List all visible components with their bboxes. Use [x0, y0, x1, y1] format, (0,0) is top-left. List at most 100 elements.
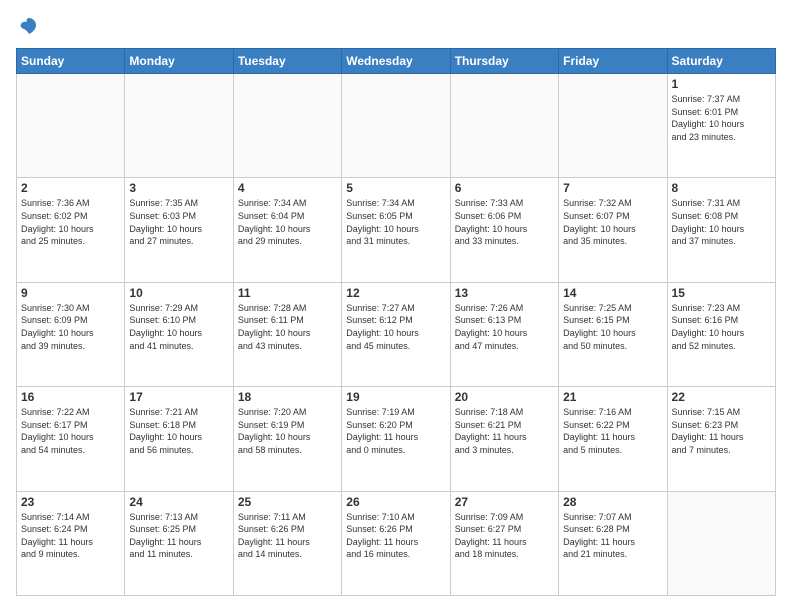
calendar-cell — [17, 74, 125, 178]
day-number: 10 — [129, 286, 228, 300]
day-info: Sunrise: 7:26 AM Sunset: 6:13 PM Dayligh… — [455, 302, 554, 352]
day-number: 21 — [563, 390, 662, 404]
day-info: Sunrise: 7:25 AM Sunset: 6:15 PM Dayligh… — [563, 302, 662, 352]
weekday-header-wednesday: Wednesday — [342, 49, 450, 74]
header — [16, 16, 776, 38]
day-info: Sunrise: 7:18 AM Sunset: 6:21 PM Dayligh… — [455, 406, 554, 456]
day-info: Sunrise: 7:37 AM Sunset: 6:01 PM Dayligh… — [672, 93, 771, 143]
weekday-header-tuesday: Tuesday — [233, 49, 341, 74]
calendar-cell: 22 Sunrise: 7:15 AM Sunset: 6:23 PM Dayli… — [667, 387, 775, 491]
day-info: Sunrise: 7:16 AM Sunset: 6:22 PM Dayligh… — [563, 406, 662, 456]
day-number: 11 — [238, 286, 337, 300]
day-number: 23 — [21, 495, 120, 509]
day-info: Sunrise: 7:33 AM Sunset: 6:06 PM Dayligh… — [455, 197, 554, 247]
day-info: Sunrise: 7:22 AM Sunset: 6:17 PM Dayligh… — [21, 406, 120, 456]
day-info: Sunrise: 7:28 AM Sunset: 6:11 PM Dayligh… — [238, 302, 337, 352]
day-number: 6 — [455, 181, 554, 195]
day-number: 4 — [238, 181, 337, 195]
page: SundayMondayTuesdayWednesdayThursdayFrid… — [0, 0, 792, 612]
day-info: Sunrise: 7:31 AM Sunset: 6:08 PM Dayligh… — [672, 197, 771, 247]
week-row-4: 23 Sunrise: 7:14 AM Sunset: 6:24 PM Dayli… — [17, 491, 776, 595]
calendar-cell: 27 Sunrise: 7:09 AM Sunset: 6:27 PM Dayli… — [450, 491, 558, 595]
day-info: Sunrise: 7:35 AM Sunset: 6:03 PM Dayligh… — [129, 197, 228, 247]
day-info: Sunrise: 7:20 AM Sunset: 6:19 PM Dayligh… — [238, 406, 337, 456]
day-number: 24 — [129, 495, 228, 509]
day-number: 8 — [672, 181, 771, 195]
calendar-cell — [450, 74, 558, 178]
calendar-cell: 6 Sunrise: 7:33 AM Sunset: 6:06 PM Daylig… — [450, 178, 558, 282]
day-number: 16 — [21, 390, 120, 404]
calendar-cell: 23 Sunrise: 7:14 AM Sunset: 6:24 PM Dayli… — [17, 491, 125, 595]
day-number: 1 — [672, 77, 771, 91]
day-info: Sunrise: 7:13 AM Sunset: 6:25 PM Dayligh… — [129, 511, 228, 561]
day-number: 20 — [455, 390, 554, 404]
weekday-header-saturday: Saturday — [667, 49, 775, 74]
day-info: Sunrise: 7:21 AM Sunset: 6:18 PM Dayligh… — [129, 406, 228, 456]
calendar-cell: 15 Sunrise: 7:23 AM Sunset: 6:16 PM Dayli… — [667, 282, 775, 386]
week-row-1: 2 Sunrise: 7:36 AM Sunset: 6:02 PM Daylig… — [17, 178, 776, 282]
calendar-cell: 8 Sunrise: 7:31 AM Sunset: 6:08 PM Daylig… — [667, 178, 775, 282]
logo — [16, 16, 40, 38]
day-info: Sunrise: 7:32 AM Sunset: 6:07 PM Dayligh… — [563, 197, 662, 247]
calendar-cell: 18 Sunrise: 7:20 AM Sunset: 6:19 PM Dayli… — [233, 387, 341, 491]
calendar-cell: 3 Sunrise: 7:35 AM Sunset: 6:03 PM Daylig… — [125, 178, 233, 282]
calendar-table: SundayMondayTuesdayWednesdayThursdayFrid… — [16, 48, 776, 596]
day-info: Sunrise: 7:27 AM Sunset: 6:12 PM Dayligh… — [346, 302, 445, 352]
week-row-2: 9Sunrise: 7:30 AM Sunset: 6:09 PM Daylig… — [17, 282, 776, 386]
calendar-cell: 12Sunrise: 7:27 AM Sunset: 6:12 PM Dayli… — [342, 282, 450, 386]
day-number: 17 — [129, 390, 228, 404]
week-row-0: 1 Sunrise: 7:37 AM Sunset: 6:01 PM Daylig… — [17, 74, 776, 178]
weekday-header-thursday: Thursday — [450, 49, 558, 74]
calendar-cell: 28 Sunrise: 7:07 AM Sunset: 6:28 PM Dayli… — [559, 491, 667, 595]
day-number: 26 — [346, 495, 445, 509]
day-info: Sunrise: 7:34 AM Sunset: 6:05 PM Dayligh… — [346, 197, 445, 247]
calendar-cell: 2 Sunrise: 7:36 AM Sunset: 6:02 PM Daylig… — [17, 178, 125, 282]
calendar-cell: 5 Sunrise: 7:34 AM Sunset: 6:05 PM Daylig… — [342, 178, 450, 282]
calendar-cell: 14 Sunrise: 7:25 AM Sunset: 6:15 PM Dayli… — [559, 282, 667, 386]
calendar-cell: 16 Sunrise: 7:22 AM Sunset: 6:17 PM Dayli… — [17, 387, 125, 491]
day-info: Sunrise: 7:15 AM Sunset: 6:23 PM Dayligh… — [672, 406, 771, 456]
day-info: Sunrise: 7:30 AM Sunset: 6:09 PM Dayligh… — [21, 302, 120, 352]
calendar-cell: 19 Sunrise: 7:19 AM Sunset: 6:20 PM Dayli… — [342, 387, 450, 491]
weekday-header-monday: Monday — [125, 49, 233, 74]
calendar-cell — [559, 74, 667, 178]
day-info: Sunrise: 7:09 AM Sunset: 6:27 PM Dayligh… — [455, 511, 554, 561]
day-info: Sunrise: 7:14 AM Sunset: 6:24 PM Dayligh… — [21, 511, 120, 561]
day-number: 28 — [563, 495, 662, 509]
calendar-cell — [125, 74, 233, 178]
day-number: 14 — [563, 286, 662, 300]
calendar-cell: 11 Sunrise: 7:28 AM Sunset: 6:11 PM Dayli… — [233, 282, 341, 386]
day-number: 19 — [346, 390, 445, 404]
calendar-cell: 20 Sunrise: 7:18 AM Sunset: 6:21 PM Dayli… — [450, 387, 558, 491]
day-info: Sunrise: 7:11 AM Sunset: 6:26 PM Dayligh… — [238, 511, 337, 561]
calendar-cell: 24 Sunrise: 7:13 AM Sunset: 6:25 PM Dayli… — [125, 491, 233, 595]
calendar-cell: 9Sunrise: 7:30 AM Sunset: 6:09 PM Daylig… — [17, 282, 125, 386]
day-info: Sunrise: 7:19 AM Sunset: 6:20 PM Dayligh… — [346, 406, 445, 456]
calendar-cell: 26 Sunrise: 7:10 AM Sunset: 6:26 PM Dayli… — [342, 491, 450, 595]
day-number: 22 — [672, 390, 771, 404]
day-number: 3 — [129, 181, 228, 195]
weekday-header-row: SundayMondayTuesdayWednesdayThursdayFrid… — [17, 49, 776, 74]
calendar-cell: 13Sunrise: 7:26 AM Sunset: 6:13 PM Dayli… — [450, 282, 558, 386]
logo-bird-icon — [18, 16, 40, 38]
calendar-cell — [233, 74, 341, 178]
day-info: Sunrise: 7:10 AM Sunset: 6:26 PM Dayligh… — [346, 511, 445, 561]
day-number: 27 — [455, 495, 554, 509]
day-number: 15 — [672, 286, 771, 300]
calendar-cell: 4 Sunrise: 7:34 AM Sunset: 6:04 PM Daylig… — [233, 178, 341, 282]
calendar-cell — [342, 74, 450, 178]
day-number: 2 — [21, 181, 120, 195]
day-info: Sunrise: 7:29 AM Sunset: 6:10 PM Dayligh… — [129, 302, 228, 352]
day-info: Sunrise: 7:23 AM Sunset: 6:16 PM Dayligh… — [672, 302, 771, 352]
day-info: Sunrise: 7:34 AM Sunset: 6:04 PM Dayligh… — [238, 197, 337, 247]
weekday-header-sunday: Sunday — [17, 49, 125, 74]
day-number: 5 — [346, 181, 445, 195]
day-info: Sunrise: 7:36 AM Sunset: 6:02 PM Dayligh… — [21, 197, 120, 247]
calendar-cell: 25 Sunrise: 7:11 AM Sunset: 6:26 PM Dayli… — [233, 491, 341, 595]
day-info: Sunrise: 7:07 AM Sunset: 6:28 PM Dayligh… — [563, 511, 662, 561]
day-number: 7 — [563, 181, 662, 195]
day-number: 25 — [238, 495, 337, 509]
day-number: 18 — [238, 390, 337, 404]
calendar-cell: 21 Sunrise: 7:16 AM Sunset: 6:22 PM Dayli… — [559, 387, 667, 491]
calendar-cell: 7 Sunrise: 7:32 AM Sunset: 6:07 PM Daylig… — [559, 178, 667, 282]
